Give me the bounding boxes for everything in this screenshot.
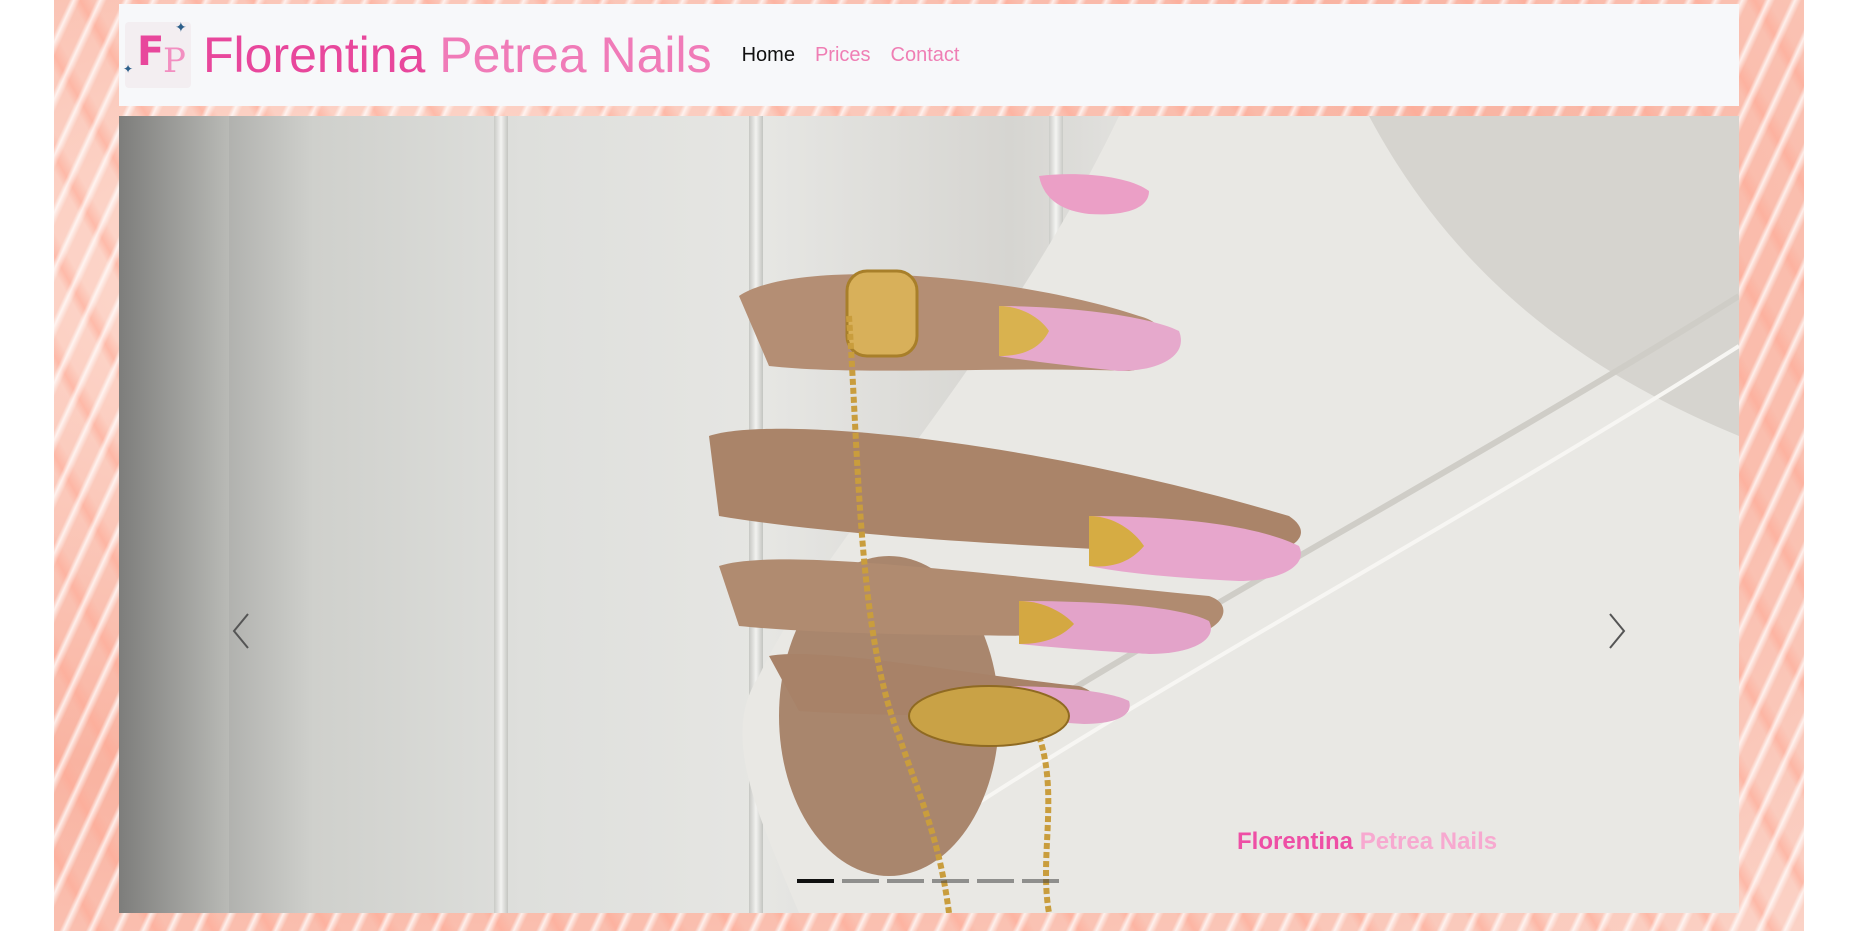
carousel-prev-button[interactable] (221, 606, 261, 656)
chevron-left-icon (232, 613, 249, 649)
chevron-right-icon (1609, 613, 1626, 649)
caption-rest: Petrea Nails (1359, 828, 1498, 855)
navbar: F P ✦ ✦ Florentina Petrea Nails Home Pri… (119, 4, 1739, 106)
carousel-indicator[interactable] (932, 879, 969, 883)
hero-carousel: Florentina Petrea Nails (119, 116, 1739, 913)
brand-name[interactable]: Florentina Petrea Nails (203, 30, 712, 80)
brand-name-first: Florentina (203, 27, 426, 83)
carousel-indicator[interactable] (842, 879, 879, 883)
brand-name-rest: Petrea Nails (439, 27, 712, 83)
carousel-indicator[interactable] (977, 879, 1014, 883)
carousel-caption: Florentina Petrea Nails (1237, 828, 1497, 856)
logo-letter-p: P (163, 41, 186, 81)
logo-letter-f: F (137, 29, 165, 75)
nav-link-prices[interactable]: Prices (815, 44, 871, 67)
carousel-indicators (797, 879, 1059, 883)
carousel-next-button[interactable] (1597, 606, 1637, 656)
nav-link-home[interactable]: Home (742, 44, 795, 67)
page-container: F P ✦ ✦ Florentina Petrea Nails Home Pri… (119, 4, 1739, 913)
caption-first: Florentina (1237, 828, 1354, 855)
butterfly-icon: ✦ (175, 20, 187, 36)
carousel-indicator[interactable] (887, 879, 924, 883)
carousel-indicator[interactable] (797, 879, 834, 883)
butterfly-icon: ✦ (123, 62, 134, 76)
brand-logo[interactable]: F P ✦ ✦ (123, 20, 191, 88)
carousel-indicator[interactable] (1022, 879, 1059, 883)
nav-link-contact[interactable]: Contact (891, 44, 960, 67)
slide-image (709, 116, 1739, 913)
